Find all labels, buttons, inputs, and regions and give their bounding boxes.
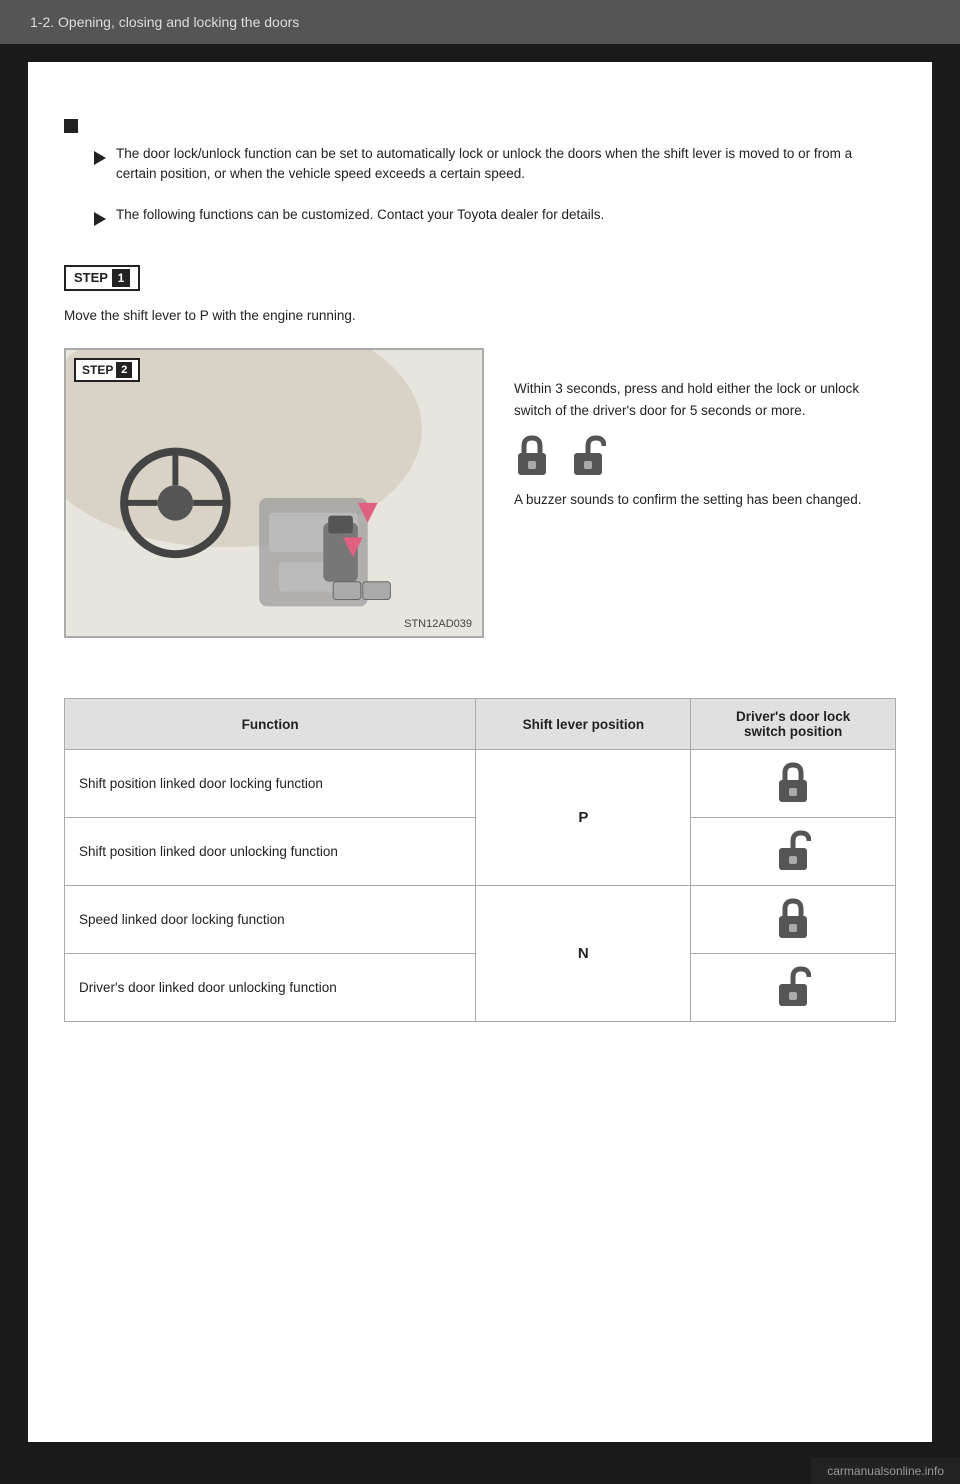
table-cell-function: Shift position linked door locking funct… — [65, 750, 476, 818]
step2-num: 2 — [116, 362, 132, 378]
table-cell-switch — [691, 750, 896, 818]
step2-description: Within 3 seconds, press and hold either … — [514, 348, 896, 638]
col-header-function: Function — [65, 699, 476, 750]
square-icon — [64, 115, 86, 136]
table-cell-function: Shift position linked door unlocking fun… — [65, 818, 476, 886]
footer-url: carmanualsonline.info — [827, 1464, 944, 1478]
step1-label: STEP — [74, 270, 108, 285]
square-bullet — [64, 112, 896, 136]
step2-extra-desc: A buzzer sounds to confirm the setting h… — [514, 489, 896, 511]
triangle-bullet-2: The following functions can be customize… — [94, 205, 896, 229]
footer: carmanualsonline.info — [811, 1458, 960, 1484]
step2-container: STEP 2 — [64, 348, 896, 638]
header-title: 1-2. Opening, closing and locking the do… — [30, 14, 299, 30]
lock-icon-unlocked — [570, 433, 606, 477]
function-table: Function Shift lever position Driver's d… — [64, 698, 896, 1022]
lock-icons-row — [514, 433, 896, 477]
step1-description: Move the shift lever to P with the engin… — [64, 305, 896, 327]
triangle-icon-2 — [94, 208, 116, 229]
table-cell-function: Driver's door linked door unlocking func… — [65, 954, 476, 1022]
step2-desc-text: Within 3 seconds, press and hold either … — [514, 378, 896, 421]
step1-badge: STEP 1 — [64, 265, 140, 291]
step2-image: STEP 2 — [64, 348, 484, 638]
step2-badge: STEP 2 — [74, 358, 140, 382]
table-header-row: Function Shift lever position Driver's d… — [65, 699, 896, 750]
lock-icon-locked — [514, 433, 550, 477]
step1-num: 1 — [112, 269, 130, 287]
bullet-text-2: The following functions can be customize… — [116, 205, 604, 225]
table-row: Shift position linked door locking funct… — [65, 750, 896, 818]
table-cell-switch — [691, 954, 896, 1022]
table-row: Speed linked door locking functionN — [65, 886, 896, 954]
table-cell-switch — [691, 886, 896, 954]
col-header-switch: Driver's door lockswitch position — [691, 699, 896, 750]
table-cell-function: Speed linked door locking function — [65, 886, 476, 954]
page-content: The door lock/unlock function can be set… — [28, 62, 932, 1442]
bullet-text-1: The door lock/unlock function can be set… — [116, 144, 896, 185]
table-cell-shift: N — [476, 886, 691, 1022]
col-header-shift: Shift lever position — [476, 699, 691, 750]
table-cell-switch — [691, 818, 896, 886]
table-cell-shift: P — [476, 750, 691, 886]
page-header: 1-2. Opening, closing and locking the do… — [0, 0, 960, 44]
triangle-bullet-1: The door lock/unlock function can be set… — [94, 144, 896, 185]
intro-section: The door lock/unlock function can be set… — [64, 112, 896, 229]
image-label: STN12AD039 — [404, 618, 472, 630]
triangle-icon-1 — [94, 147, 116, 168]
step2-label: STEP — [82, 363, 113, 377]
